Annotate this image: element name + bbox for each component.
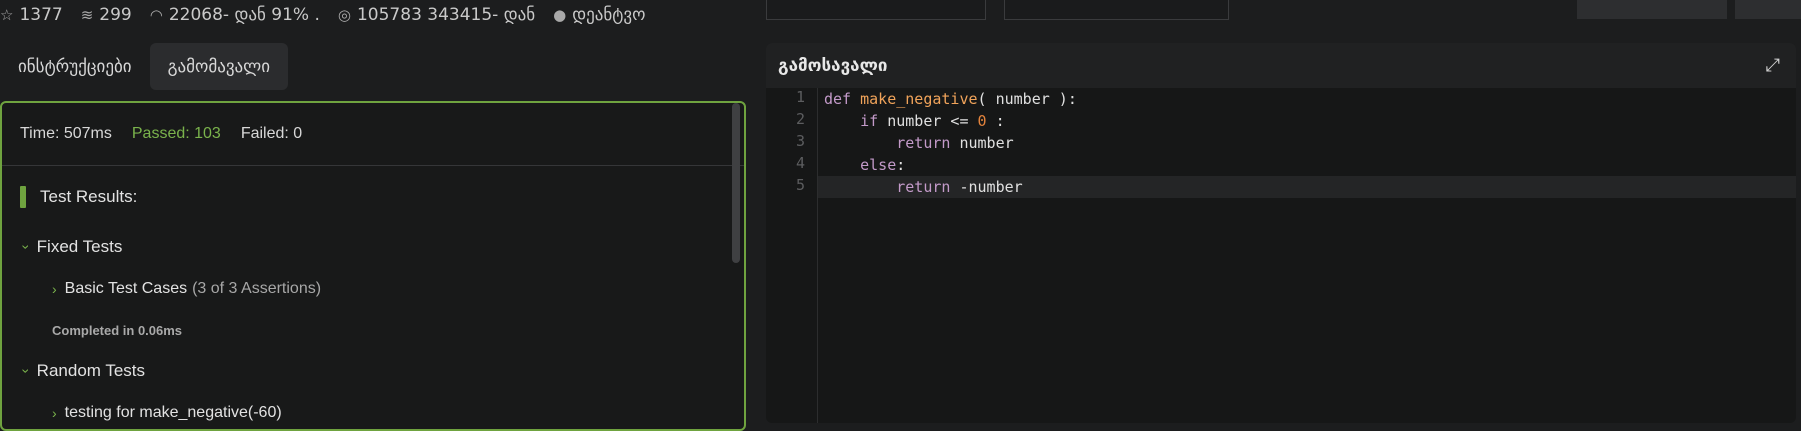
kata-stats: ☆ 1377 ≋ 299 ◠ 22068- დან 91% . ◎ 105783…	[0, 0, 664, 30]
test-random-case[interactable]: › testing for make_negative(-60)	[52, 404, 282, 422]
test-label: testing for make_negative(-60)	[64, 404, 282, 421]
expand-icon[interactable]: ⤢	[1766, 55, 1780, 76]
views-text: 105783 343415- დან	[356, 5, 536, 25]
star-icon: ☆	[0, 6, 14, 24]
stars-count: 1377	[19, 5, 63, 25]
scrollbar-thumb[interactable]	[732, 103, 740, 263]
passed-count: Passed: 103	[131, 125, 221, 142]
line-number: 5	[795, 176, 805, 194]
reset-button[interactable]	[1577, 0, 1727, 19]
code-area[interactable]: 1 2 3 4 5 def make_negative( number ): i…	[766, 88, 1796, 423]
line-number: 2	[795, 110, 805, 128]
test-results-title: Test Results:	[40, 187, 138, 206]
tab-output[interactable]: გამომავალი	[149, 43, 289, 90]
code-line-3: return number	[896, 134, 1014, 152]
test-results-heading: Test Results:	[20, 186, 137, 208]
code-line-1: def make_negative( number ):	[824, 90, 1077, 108]
chevron-right-icon: ›	[52, 405, 57, 421]
code-line-2: if number <= 0 :	[860, 112, 1005, 130]
chevron-down-icon: ›	[18, 244, 35, 250]
language-select[interactable]	[766, 0, 986, 20]
collections-count: 299	[99, 5, 132, 25]
chevron-down-icon: ›	[18, 368, 35, 374]
eye-icon: ◠	[149, 6, 163, 24]
tab-instructions[interactable]: ინსტრუქციები	[0, 43, 150, 90]
solution-editor: გამოსავალი ⤢ 1 2 3 4 5 def make_negative…	[766, 43, 1796, 423]
user-icon: ●	[553, 6, 567, 24]
completion-text: 22068- დან 91% .	[168, 5, 320, 25]
results-summary: Time: 507ms Passed: 103 Failed: 0	[2, 103, 744, 166]
group-label: Random Tests	[36, 361, 146, 380]
line-number: 3	[795, 132, 805, 150]
line-gutter: 1 2 3 4 5	[766, 88, 818, 423]
views-stat: ◎ 105783 343415- დან	[338, 5, 535, 25]
test-results-panel: Time: 507ms Passed: 103 Failed: 0 Test R…	[0, 101, 746, 431]
author-name[interactable]: დეანტვო	[572, 5, 645, 25]
stars-stat[interactable]: ☆ 1377	[0, 5, 63, 25]
action-button[interactable]	[1735, 0, 1801, 19]
assertions-count: (3 of 3 Assertions)	[192, 280, 322, 297]
editor-header: გამოსავალი ⤢	[766, 43, 1796, 88]
failed-count: Failed: 0	[240, 125, 303, 142]
tab-bar: ინსტრუქციები გამომავალი	[0, 43, 289, 90]
completed-time: Completed in 0.06ms	[52, 323, 183, 338]
version-select[interactable]	[1004, 0, 1229, 20]
line-number: 4	[795, 154, 805, 172]
test-basic-cases[interactable]: › Basic Test Cases (3 of 3 Assertions)	[52, 280, 321, 298]
line-number: 1	[795, 88, 805, 106]
collections-stat[interactable]: ≋ 299	[81, 5, 132, 25]
completion-stat: ◠ 22068- დან 91% .	[150, 5, 320, 25]
code-line-5: return -number	[896, 178, 1023, 196]
group-random-tests[interactable]: › Random Tests	[18, 361, 146, 381]
chevron-right-icon: ›	[52, 281, 57, 297]
heading-accent-bar	[20, 186, 26, 208]
layers-icon: ≋	[80, 6, 94, 24]
tab-instructions-label: ინსტრუქციები	[18, 56, 132, 77]
test-label: Basic Test Cases	[64, 280, 188, 297]
tab-output-label: გამომავალი	[167, 56, 271, 77]
author-stat[interactable]: ● დეანტვო	[553, 5, 645, 25]
group-label: Fixed Tests	[36, 237, 123, 256]
editor-title: გამოსავალი	[778, 55, 888, 76]
group-fixed-tests[interactable]: › Fixed Tests	[18, 237, 123, 257]
code-line-4: else:	[860, 156, 906, 174]
target-icon: ◎	[337, 6, 351, 24]
time-value: Time: 507ms	[20, 125, 112, 142]
